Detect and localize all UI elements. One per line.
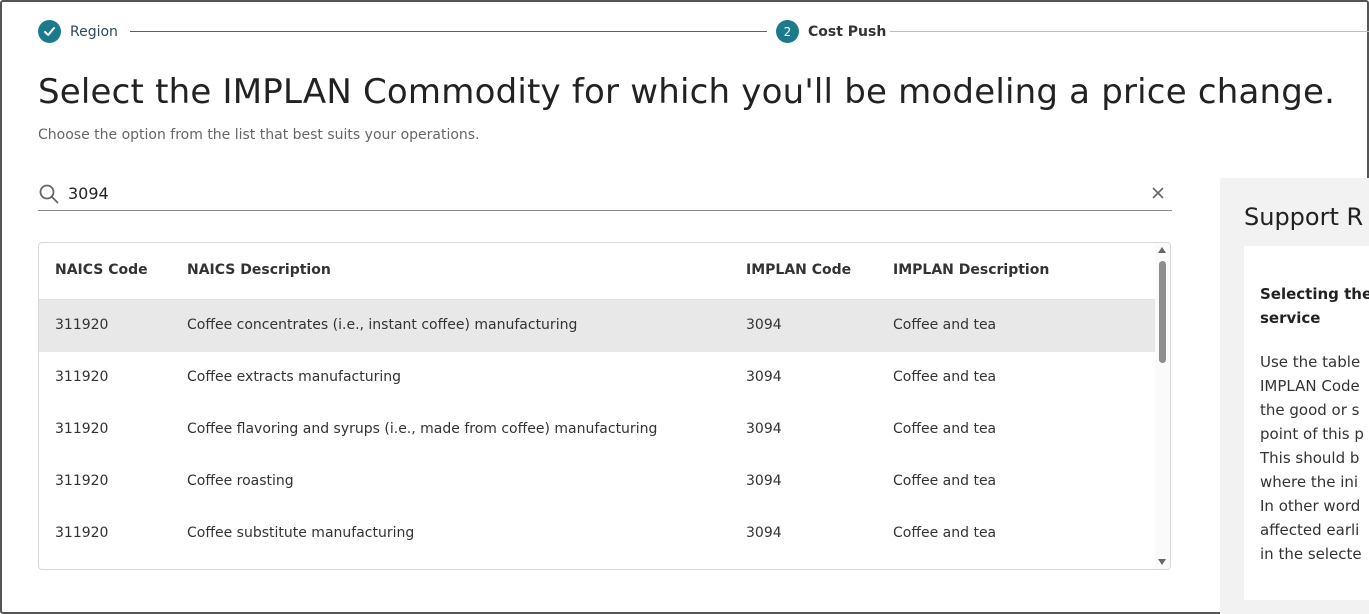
scroll-up-arrow-icon[interactable] <box>1158 247 1166 253</box>
column-header-naics-code[interactable]: NAICS Code <box>55 262 148 278</box>
support-body-line: point of this p <box>1260 425 1364 443</box>
naics-description-cell: Coffee extracts manufacturing <box>187 369 402 385</box>
support-heading: Selecting the service <box>1260 282 1369 330</box>
implan-code-cell: 3094 <box>746 369 782 385</box>
naics-description-cell: Coffee roasting <box>187 473 294 489</box>
table-row[interactable]: 311920 Coffee extracts manufacturing 309… <box>39 352 1157 404</box>
support-body-line: in the selecte <box>1260 545 1362 563</box>
search-icon <box>39 184 59 204</box>
implan-description-cell: Coffee and tea <box>893 525 997 541</box>
support-body-line: affected earli <box>1260 521 1360 539</box>
support-body-line: IMPLAN Code <box>1260 377 1360 395</box>
table-row[interactable]: 311920 Coffee concentrates (i.e., instan… <box>39 300 1157 352</box>
implan-description-cell: Coffee and tea <box>893 317 997 333</box>
support-heading-line: service <box>1260 309 1321 327</box>
step-number-badge: 2 <box>776 20 799 43</box>
column-header-implan-description[interactable]: IMPLAN Description <box>893 262 1049 278</box>
step-region[interactable]: Region <box>38 20 118 43</box>
support-panel: Support R Selecting the service Use the … <box>1220 178 1369 614</box>
commodity-table: NAICS Code NAICS Description IMPLAN Code… <box>38 242 1171 570</box>
check-icon <box>38 20 61 43</box>
support-card: Selecting the service Use the table IMPL… <box>1244 246 1369 600</box>
implan-code-cell: 3094 <box>746 317 782 333</box>
scrollbar-thumb[interactable] <box>1159 261 1166 363</box>
support-heading-line: Selecting the <box>1260 285 1369 303</box>
search-input[interactable] <box>68 180 1128 206</box>
implan-code-cell: 3094 <box>746 473 782 489</box>
support-body-line: Use the table <box>1260 353 1361 371</box>
scroll-down-arrow-icon[interactable] <box>1158 559 1166 565</box>
naics-description-cell: Coffee concentrates (i.e., instant coffe… <box>187 317 578 333</box>
implan-description-cell: Coffee and tea <box>893 421 997 437</box>
clear-icon[interactable] <box>1150 185 1166 201</box>
naics-code-cell: 311920 <box>55 421 109 437</box>
naics-code-cell: 311920 <box>55 317 109 333</box>
support-body-text: Use the table IMPLAN Code the good or s … <box>1260 350 1369 566</box>
table-row[interactable]: 311920 Coffee roasting 3094 Coffee and t… <box>39 456 1157 508</box>
search-bar <box>38 178 1172 211</box>
step-cost-push[interactable]: 2 Cost Push <box>776 20 886 43</box>
table-row[interactable]: 311920 Coffee flavoring and syrups (i.e.… <box>39 404 1157 456</box>
support-body-line: This should b <box>1260 449 1360 467</box>
table-row[interactable]: 311920 Coffee substitute manufacturing 3… <box>39 508 1157 560</box>
progress-stepper: Region 2 Cost Push <box>38 20 1369 44</box>
step-connector <box>130 31 767 32</box>
support-body-line: In other word <box>1260 497 1361 515</box>
naics-code-cell: 311920 <box>55 473 109 489</box>
support-body-line: where the ini <box>1260 473 1359 491</box>
page-title: Select the IMPLAN Commodity for which yo… <box>38 72 1336 112</box>
support-panel-title: Support R <box>1244 203 1364 231</box>
implan-code-cell: 3094 <box>746 525 782 541</box>
column-header-naics-description[interactable]: NAICS Description <box>187 262 331 278</box>
page-subtitle: Choose the option from the list that bes… <box>38 127 480 143</box>
implan-description-cell: Coffee and tea <box>893 369 997 385</box>
table-header: NAICS Code NAICS Description IMPLAN Code… <box>39 243 1157 300</box>
naics-code-cell: 311920 <box>55 525 109 541</box>
column-header-implan-code[interactable]: IMPLAN Code <box>746 262 851 278</box>
table-scrollbar[interactable] <box>1155 243 1170 569</box>
naics-description-cell: Coffee flavoring and syrups (i.e., made … <box>187 421 658 437</box>
step-region-label: Region <box>70 23 118 40</box>
naics-description-cell: Coffee substitute manufacturing <box>187 525 415 541</box>
naics-code-cell: 311920 <box>55 369 109 385</box>
step-cost-push-label: Cost Push <box>808 23 887 40</box>
implan-description-cell: Coffee and tea <box>893 473 997 489</box>
step-connector-pending <box>890 31 1369 32</box>
support-body-line: the good or s <box>1260 401 1360 419</box>
implan-code-cell: 3094 <box>746 421 782 437</box>
